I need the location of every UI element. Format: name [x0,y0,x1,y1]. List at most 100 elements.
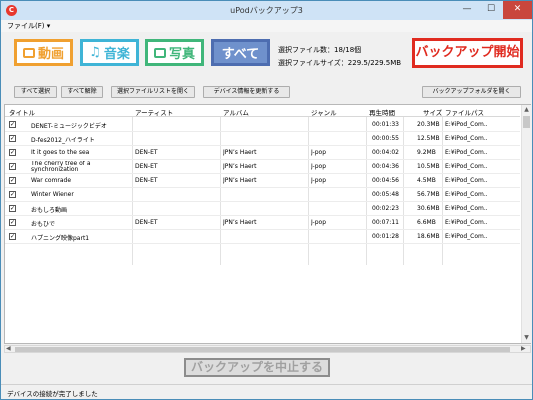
cell-size: 30.6MB [417,205,440,212]
table-row[interactable]: ✓ It it goes to the sea DEN-ET JPN’s Hae… [5,146,520,160]
cell-title: ハプニング映像part1 [31,235,90,242]
cell-duration: 00:07:11 [372,219,399,226]
cell-duration: 00:04:36 [372,163,399,170]
row-checkbox[interactable]: ✓ [9,163,16,170]
vertical-scrollbar[interactable]: ▲ ▼ [521,105,531,343]
table-row[interactable]: ✓ D-fes2012_ハイライト 00:00:55 12.5MB E:¥iPo… [5,132,520,146]
cell-size: 6.6MB [417,219,436,226]
title-bar: C uPodバックアップ3 — ☐ ✕ [1,1,532,20]
column-header-path[interactable]: ファイルパス [445,107,484,117]
backup-start-button[interactable]: バックアップ開始 [412,38,523,68]
row-checkbox[interactable]: ✓ [9,205,16,212]
refresh-device-button[interactable]: デバイス情報を更新する [203,86,290,98]
app-window: C uPodバックアップ3 — ☐ ✕ ファイル(F) ▾ 動画 ♫ 音楽 写真… [0,0,533,400]
maximize-button[interactable]: ☐ [479,1,503,19]
table-header: タイトル アーティスト アルバム ジャンル 再生時間 サイズ ファイルパス [5,105,520,117]
status-bar: デバイスの接続が完了しました [1,384,532,399]
column-header-duration[interactable]: 再生時間 [369,107,395,117]
cell-album: JPN’s Haert [223,163,257,170]
row-checkbox[interactable]: ✓ [9,135,16,142]
table-row[interactable]: ✓ The cherry tree of a synchronization D… [5,160,520,174]
cell-artist: DEN-ET [135,219,158,226]
column-header-artist[interactable]: アーティスト [135,107,173,117]
open-file-list-button[interactable]: 選択ファイルリストを開く [111,86,195,98]
cell-size: 9.2MB [417,149,436,156]
cell-path: E:¥iPod_Com.. [445,233,488,240]
row-checkbox[interactable]: ✓ [9,121,16,128]
cell-title: D-fes2012_ハイライト [31,137,95,144]
cell-artist: DEN-ET [135,149,158,156]
row-checkbox[interactable]: ✓ [9,191,16,198]
film-icon [22,47,35,58]
cell-path: E:¥iPod_Com.. [445,149,488,156]
cell-genre: J-pop [311,149,327,156]
window-title: uPodバックアップ3 [230,6,303,15]
scroll-down-icon[interactable]: ▼ [522,333,531,343]
cell-size: 12.5MB [417,135,440,142]
column-header-title[interactable]: タイトル [9,107,35,117]
cell-size: 20.3MB [417,121,440,128]
cell-title: Winter Wiener [31,191,74,198]
cell-genre: J-pop [311,177,327,184]
table-row[interactable]: ✓ おもしろ動画 00:02:23 30.6MB E:¥iPod_Com.. [5,202,520,216]
row-checkbox[interactable]: ✓ [9,177,16,184]
category-video-label: 動画 [37,47,64,62]
scroll-right-icon[interactable]: ▶ [521,345,526,352]
row-checkbox[interactable]: ✓ [9,149,16,156]
open-backup-folder-button[interactable]: バックアップフォルダを開く [422,86,521,98]
column-header-size[interactable]: サイズ [423,107,442,117]
deselect-all-button[interactable]: すべて解除 [61,86,103,98]
selected-file-size: 選択ファイルサイズ：229.5/229.5MB [278,59,402,67]
cell-duration: 00:04:56 [372,177,399,184]
table-row[interactable]: ✓ War comrade DEN-ET JPN’s Haert J-pop 0… [5,174,520,188]
cell-title: War comrade [31,177,72,184]
row-checkbox[interactable]: ✓ [9,219,16,226]
cell-path: E:¥iPod_Com.. [445,121,488,128]
cell-duration: 00:05:48 [372,191,399,198]
cell-size: 56.7MB [417,191,440,198]
select-all-button[interactable]: すべて選択 [14,86,57,98]
music-note-icon: ♫ [89,45,101,60]
file-table: タイトル アーティスト アルバム ジャンル 再生時間 サイズ ファイルパス ✓ … [4,104,531,344]
column-header-genre[interactable]: ジャンル [311,107,337,117]
cell-size: 10.5MB [417,163,440,170]
close-button[interactable]: ✕ [503,1,532,19]
cell-duration: 00:02:23 [372,205,399,212]
cell-title: おもしろ動画 [31,207,68,214]
table-row[interactable]: ✓ Winter Wiener 00:05:48 56.7MB E:¥iPod_… [5,188,520,202]
horizontal-scroll-thumb[interactable] [15,347,510,352]
category-photo-button[interactable]: 写真 [145,39,204,66]
column-header-album[interactable]: アルバム [223,107,249,117]
cell-genre: J-pop [311,219,327,226]
scroll-left-icon[interactable]: ◀ [6,345,11,352]
stop-backup-button[interactable]: バックアップを中止する [184,358,330,377]
table-row[interactable]: ✓ DENET-ミュージックビデオ 00:01:33 20.3MB E:¥iPo… [5,118,520,132]
cell-title: It it goes to the sea [31,149,90,156]
camera-icon [153,47,166,58]
menu-file[interactable]: ファイル(F) ▾ [7,21,50,31]
cell-duration: 00:01:28 [372,233,399,240]
cell-duration: 00:04:02 [372,149,399,156]
cell-duration: 00:01:33 [372,121,399,128]
table-row[interactable]: ✓ ハプニング映像part1 00:01:28 18.6MB E:¥iPod_C… [5,230,520,244]
category-all-button[interactable]: すべて [211,39,270,66]
scroll-thumb[interactable] [523,116,530,128]
menu-bar: ファイル(F) ▾ [1,20,532,32]
category-video-button[interactable]: 動画 [14,39,73,66]
status-text: デバイスの接続が完了しました [7,390,98,398]
category-all-label: すべて [221,47,260,62]
scroll-up-icon[interactable]: ▲ [522,105,531,115]
cell-artist: DEN-ET [135,163,158,170]
row-checkbox[interactable]: ✓ [9,233,16,240]
table-row[interactable]: ✓ おもひで DEN-ET JPN’s Haert J-pop 00:07:11… [5,216,520,230]
cell-size: 4.5MB [417,177,436,184]
minimize-button[interactable]: — [455,1,479,19]
cell-path: E:¥iPod_Com.. [445,177,488,184]
horizontal-scrollbar[interactable]: ◀ ▶ [4,345,531,353]
cell-path: E:¥iPod_Com.. [445,191,488,198]
cell-duration: 00:00:55 [372,135,399,142]
selected-file-count: 選択ファイル数：18/18個 [278,46,362,54]
category-music-button[interactable]: ♫ 音楽 [80,39,139,66]
cell-artist: DEN-ET [135,177,158,184]
cell-title: DENET-ミュージックビデオ [31,123,107,130]
